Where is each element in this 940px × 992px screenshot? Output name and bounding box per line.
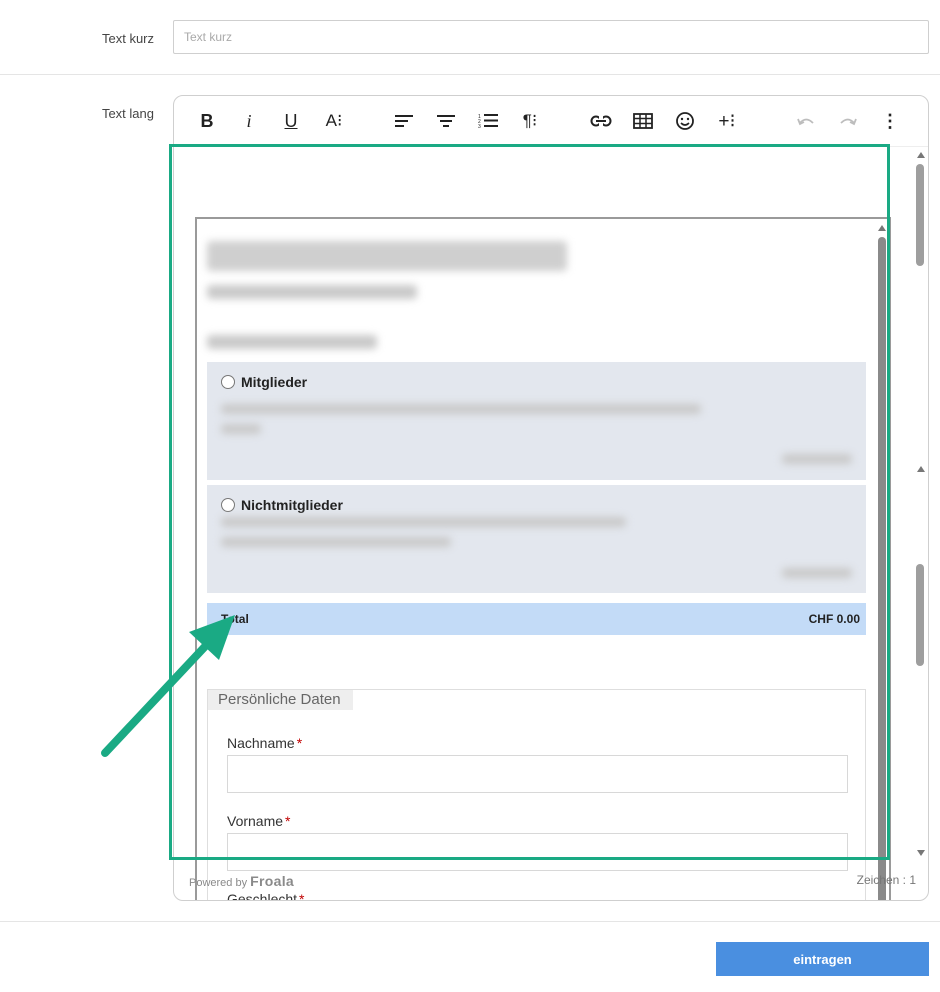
blurred-option-description bbox=[221, 517, 626, 527]
more-vertical-icon: ⋮ bbox=[881, 110, 899, 131]
underline-icon: U bbox=[284, 110, 298, 131]
total-value: CHF 0.00 bbox=[808, 612, 860, 626]
paragraph-format-icon: ¶⁝ bbox=[522, 111, 538, 130]
submit-button[interactable]: eintragen bbox=[716, 942, 929, 976]
blurred-option-description bbox=[221, 537, 451, 547]
blurred-option-description bbox=[221, 404, 701, 414]
ordered-list-icon: 123 bbox=[478, 114, 498, 130]
blurred-option-description bbox=[221, 424, 261, 434]
blurred-section-heading bbox=[207, 335, 377, 349]
blurred-option-price bbox=[782, 454, 852, 464]
required-marker: * bbox=[296, 735, 303, 751]
editor-scrollbar-thumb[interactable] bbox=[916, 564, 924, 666]
lastname-input[interactable] bbox=[227, 755, 848, 793]
italic-icon: i bbox=[246, 110, 252, 131]
blurred-option-price bbox=[782, 568, 852, 578]
editor-toolbar: B i U A⁝ 123 ¶⁝ +⁝ ⋮ bbox=[174, 96, 928, 146]
text-lang-label: Text lang bbox=[101, 106, 154, 121]
non-members-radio[interactable] bbox=[221, 498, 235, 512]
preview-scrollbar[interactable] bbox=[875, 219, 889, 900]
fieldset-legend: Persönliche Daten bbox=[208, 690, 353, 710]
option-title: Nichtmitglieder bbox=[241, 497, 343, 513]
align-left-icon bbox=[395, 115, 413, 127]
required-marker: * bbox=[285, 813, 291, 829]
font-size-button[interactable]: A⁝ bbox=[319, 108, 349, 134]
editor-scrollbar[interactable] bbox=[914, 146, 928, 859]
lastname-label: Nachname * bbox=[227, 735, 303, 751]
character-count: Zeichen : 1 bbox=[856, 873, 916, 887]
insert-more-icon: +⁝ bbox=[718, 110, 736, 132]
scroll-up-icon[interactable] bbox=[917, 466, 925, 472]
embedded-form-preview: Mitglieder Nichtmitglieder Total CHF 0.0… bbox=[195, 217, 891, 900]
powered-by-froala[interactable]: Powered by Froala bbox=[189, 873, 294, 889]
total-label: Total bbox=[221, 612, 249, 626]
align-center-button[interactable] bbox=[431, 108, 461, 134]
editor-footer: Powered by Froala Zeichen : 1 bbox=[174, 859, 928, 900]
blurred-event-title bbox=[207, 241, 567, 271]
scroll-up-icon[interactable] bbox=[878, 225, 886, 231]
font-size-icon: A⁝ bbox=[325, 111, 343, 130]
members-radio[interactable] bbox=[221, 375, 235, 389]
form-divider bbox=[0, 921, 940, 922]
underline-button[interactable]: U bbox=[276, 108, 306, 134]
more-options-button[interactable]: ⋮ bbox=[875, 108, 905, 134]
italic-button[interactable]: i bbox=[234, 108, 264, 134]
undo-button[interactable] bbox=[791, 108, 821, 134]
table-icon bbox=[633, 113, 653, 129]
option-card-members[interactable]: Mitglieder bbox=[207, 362, 866, 480]
undo-icon bbox=[797, 118, 814, 126]
insert-table-button[interactable] bbox=[628, 108, 658, 134]
redo-button[interactable] bbox=[833, 108, 863, 134]
preview-scrollbar-thumb[interactable] bbox=[878, 237, 886, 900]
scroll-up-icon[interactable] bbox=[917, 152, 925, 158]
redo-icon bbox=[840, 118, 857, 126]
ordered-list-button[interactable]: 123 bbox=[473, 108, 503, 134]
svg-text:3: 3 bbox=[478, 124, 481, 130]
align-left-button[interactable] bbox=[389, 108, 419, 134]
editor-content-area[interactable]: Mitglieder Nichtmitglieder Total CHF 0.0… bbox=[174, 146, 928, 900]
align-center-icon bbox=[437, 115, 455, 127]
insert-more-button[interactable]: +⁝ bbox=[712, 108, 742, 134]
froala-logo: Froala bbox=[250, 873, 294, 889]
bold-icon: B bbox=[200, 110, 214, 131]
rich-text-editor: B i U A⁝ 123 ¶⁝ +⁝ ⋮ Mitglieder Nichtmit… bbox=[173, 95, 929, 901]
option-card-non-members[interactable]: Nichtmitglieder bbox=[207, 485, 866, 593]
emoticon-icon bbox=[676, 112, 694, 130]
paragraph-format-button[interactable]: ¶⁝ bbox=[515, 108, 545, 134]
blurred-event-date bbox=[207, 285, 417, 299]
link-icon bbox=[590, 115, 612, 127]
firstname-label: Vorname * bbox=[227, 813, 291, 829]
insert-link-button[interactable] bbox=[586, 108, 616, 134]
total-bar: Total CHF 0.00 bbox=[207, 603, 866, 635]
option-title: Mitglieder bbox=[241, 374, 308, 390]
scroll-down-icon[interactable] bbox=[917, 850, 925, 856]
editor-scrollbar-thumb-top[interactable] bbox=[916, 164, 924, 266]
bold-button[interactable]: B bbox=[192, 108, 222, 134]
insert-emoticon-button[interactable] bbox=[670, 108, 700, 134]
